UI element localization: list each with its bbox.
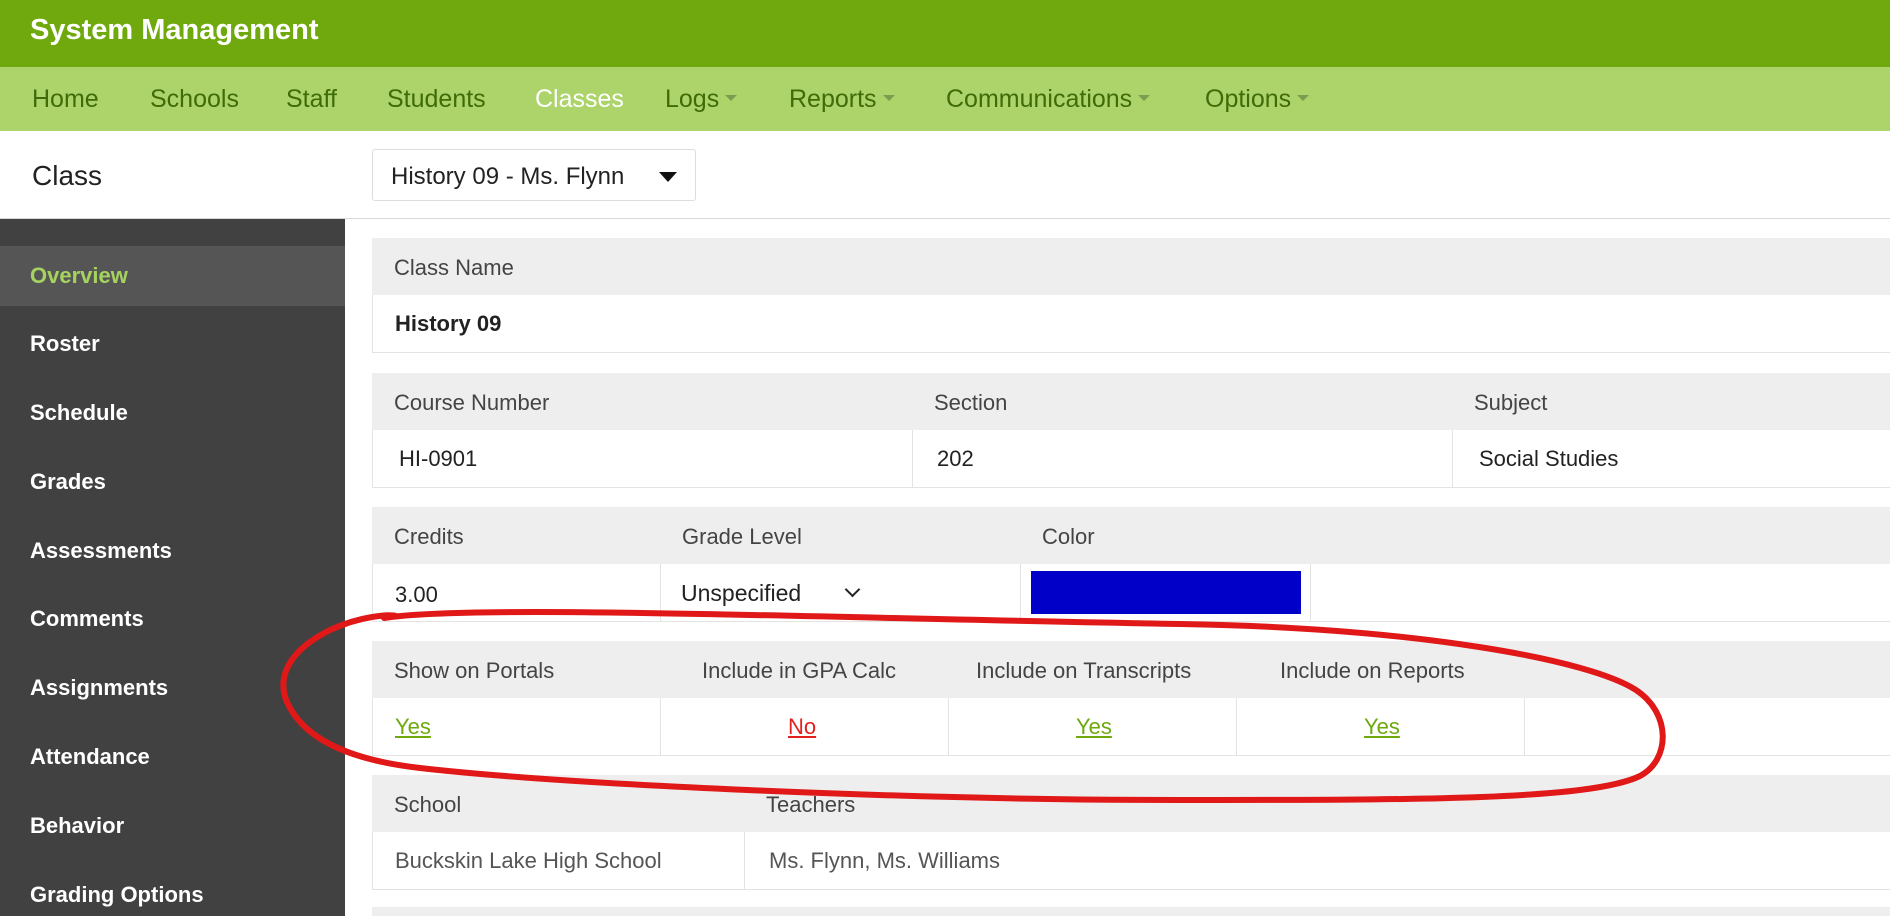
nav-schools[interactable]: Schools xyxy=(150,85,239,114)
nav-communications[interactable]: Communications xyxy=(946,85,1151,114)
main-nav: Home Schools Staff Students Classes Logs… xyxy=(0,67,1890,131)
page-title: Class xyxy=(32,160,103,191)
school-label: School xyxy=(394,792,462,817)
sidebar-item-comments[interactable]: Comments xyxy=(0,589,345,649)
nav-classes[interactable]: Classes xyxy=(535,85,624,114)
course-number-value: HI-0901 xyxy=(399,446,478,471)
include-gpa-toggle[interactable]: No xyxy=(788,714,816,740)
grade-level-cell: Unspecified xyxy=(661,564,1021,621)
school-header: School Teachers xyxy=(372,775,1890,832)
class-name-label: Class Name xyxy=(394,255,514,280)
school-section: School Teachers Buckskin Lake High Schoo… xyxy=(372,775,1890,890)
flags-row: Yes No Yes Yes xyxy=(372,698,1890,756)
nav-reports[interactable]: Reports xyxy=(789,85,895,114)
sidebar-item-behavior[interactable]: Behavior xyxy=(0,796,345,856)
section-cell: 202 xyxy=(913,430,1453,487)
subject-label: Subject xyxy=(1474,390,1548,415)
credits-label: Credits xyxy=(394,524,464,549)
course-header: Course Number Section Subject xyxy=(372,373,1890,430)
grade-level-select[interactable]: Unspecified xyxy=(681,576,871,610)
class-name-section: Class Name History 09 xyxy=(372,238,1890,353)
include-transcripts-cell: Yes xyxy=(949,698,1237,755)
nav-options-label: Options xyxy=(1205,85,1292,113)
nav-logs-label: Logs xyxy=(665,85,720,113)
sidebar-item-grades[interactable]: Grades xyxy=(0,452,345,512)
show-on-portals-toggle[interactable]: Yes xyxy=(395,714,431,740)
school-row: Buckskin Lake High School Ms. Flynn, Ms.… xyxy=(372,832,1890,890)
caret-down-icon xyxy=(725,95,738,102)
course-number-cell: HI-0901 xyxy=(373,430,913,487)
sidebar-item-attendance[interactable]: Attendance xyxy=(0,727,345,787)
include-reports-cell: Yes xyxy=(1237,698,1525,755)
grade-level-value: Unspecified xyxy=(681,580,802,606)
nav-staff[interactable]: Staff xyxy=(286,85,337,114)
caret-down-icon xyxy=(1138,95,1151,102)
class-select-value: History 09 - Ms. Flynn xyxy=(391,163,625,190)
caret-down-icon xyxy=(1297,95,1310,102)
class-name-row: History 09 xyxy=(372,295,1890,353)
course-section: Course Number Section Subject HI-0901 20… xyxy=(372,373,1890,488)
nav-reports-label: Reports xyxy=(789,85,877,113)
nav-communications-label: Communications xyxy=(946,85,1133,113)
flags-header: Show on Portals Include in GPA Calc Incl… xyxy=(372,641,1890,698)
color-swatch[interactable] xyxy=(1031,571,1301,614)
nav-options[interactable]: Options xyxy=(1205,85,1310,114)
school-cell: Buckskin Lake High School xyxy=(373,832,745,889)
credits-cell: 3.00 xyxy=(373,564,661,621)
sidebar-item-overview[interactable]: Overview xyxy=(0,246,345,306)
sidebar-item-schedule[interactable]: Schedule xyxy=(0,383,345,443)
section-label: Section xyxy=(934,390,1008,415)
caret-down-icon xyxy=(659,172,677,182)
include-reports-label: Include on Reports xyxy=(1280,658,1465,683)
color-cell xyxy=(1021,564,1311,621)
sidebar: Overview Roster Schedule Grades Assessme… xyxy=(0,219,345,916)
subject-value: Social Studies xyxy=(1479,446,1619,471)
show-on-portals-cell: Yes xyxy=(373,698,661,755)
class-name-value: History 09 xyxy=(395,311,502,336)
credits-row: 3.00 Unspecified xyxy=(372,564,1890,622)
include-gpa-cell: No xyxy=(661,698,949,755)
next-section-edge xyxy=(372,907,1890,916)
include-transcripts-label: Include on Transcripts xyxy=(976,658,1192,683)
grade-level-label: Grade Level xyxy=(682,524,802,549)
sidebar-item-assignments[interactable]: Assignments xyxy=(0,658,345,718)
teachers-label: Teachers xyxy=(766,792,856,817)
chevron-down-icon xyxy=(844,581,861,598)
class-name-header: Class Name xyxy=(372,238,1890,295)
include-transcripts-toggle[interactable]: Yes xyxy=(1076,714,1112,740)
show-on-portals-label: Show on Portals xyxy=(394,658,555,683)
sidebar-item-roster[interactable]: Roster xyxy=(0,314,345,374)
include-reports-toggle[interactable]: Yes xyxy=(1364,714,1400,740)
section-value: 202 xyxy=(937,446,974,471)
flags-section: Show on Portals Include in GPA Calc Incl… xyxy=(372,641,1890,756)
class-select[interactable]: History 09 - Ms. Flynn xyxy=(372,149,696,201)
nav-home[interactable]: Home xyxy=(32,85,99,114)
course-number-label: Course Number xyxy=(394,390,550,415)
credits-value: 3.00 xyxy=(395,582,438,607)
sidebar-item-assessments[interactable]: Assessments xyxy=(0,521,345,581)
color-label: Color xyxy=(1042,524,1095,549)
caret-down-icon xyxy=(882,95,895,102)
include-gpa-label: Include in GPA Calc xyxy=(702,658,897,683)
sidebar-item-grading-options[interactable]: Grading Options xyxy=(0,865,345,916)
nav-students[interactable]: Students xyxy=(387,85,486,114)
credits-section: Credits Grade Level Color 3.00 Unspecifi… xyxy=(372,507,1890,622)
credits-header: Credits Grade Level Color xyxy=(372,507,1890,564)
app-title: System Management xyxy=(30,14,319,46)
course-row: HI-0901 202 Social Studies xyxy=(372,430,1890,488)
subheader: Class History 09 - Ms. Flynn xyxy=(0,131,1890,219)
app-header: System Management xyxy=(0,0,1890,67)
school-value: Buckskin Lake High School xyxy=(395,848,662,873)
teachers-value: Ms. Flynn, Ms. Williams xyxy=(769,848,1000,873)
nav-logs[interactable]: Logs xyxy=(665,85,738,114)
